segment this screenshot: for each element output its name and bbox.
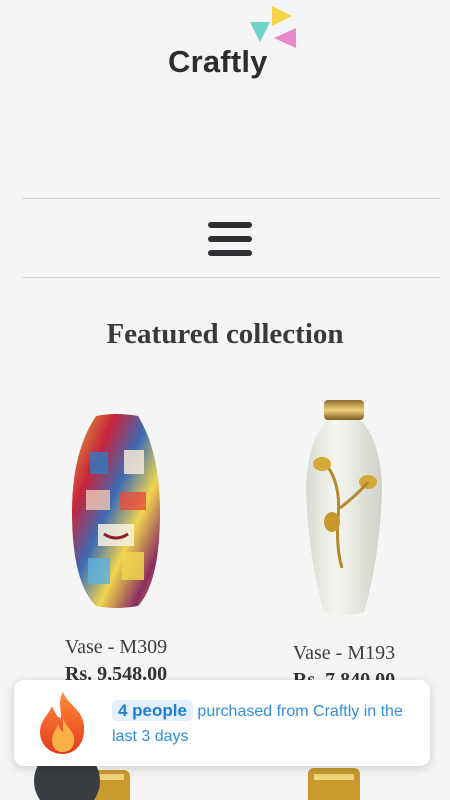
purchase-count: 4 people: [112, 699, 193, 721]
logo-teal-triangle: [250, 22, 270, 42]
product-card[interactable]: Vase - M309 Rs. 9,548.00: [16, 412, 216, 686]
logo-yellow-triangle: [272, 6, 292, 26]
site-header: Craftly: [0, 0, 450, 198]
product-image-partial[interactable]: [304, 766, 364, 800]
product-card[interactable]: Vase - M193 Rs. 7,840.00: [244, 398, 444, 692]
menu-bar: [208, 236, 252, 242]
section-title: Featured collection: [106, 318, 344, 350]
abstract-face-vase-image: [72, 414, 160, 608]
divider-bottom: [22, 277, 440, 278]
product-name[interactable]: Vase - M193: [244, 642, 444, 665]
logo-pink-triangle: [274, 28, 296, 48]
product-name[interactable]: Vase - M309: [16, 636, 216, 659]
menu-bar: [208, 250, 252, 256]
product-image[interactable]: [302, 398, 386, 618]
purchase-notification-popup[interactable]: 4 people purchased from Craftly in the l…: [14, 680, 430, 766]
divider-top: [22, 198, 440, 199]
white-gold-leaf-vase-image: [306, 400, 382, 615]
flame-icon: [40, 692, 85, 754]
brand-logo[interactable]: Craftly: [168, 6, 300, 80]
hamburger-menu-icon[interactable]: [208, 222, 252, 256]
menu-bar: [208, 222, 252, 228]
gold-vase-rim-image: [308, 768, 360, 800]
product-image[interactable]: [68, 412, 164, 610]
popup-message: 4 people purchased from Craftly in the l…: [112, 698, 430, 749]
brand-name: Craftly: [168, 44, 268, 79]
